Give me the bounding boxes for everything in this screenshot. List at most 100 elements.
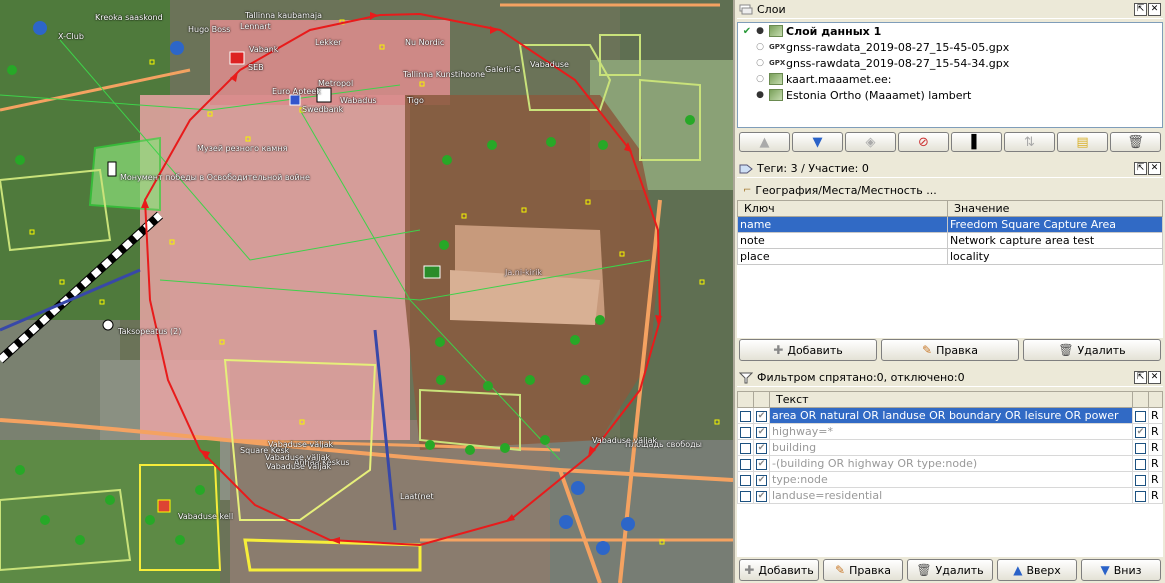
filter-enabled-checkbox[interactable] — [740, 474, 751, 486]
col-value-header[interactable]: Значение — [947, 200, 1163, 217]
close-icon[interactable]: ✕ — [1148, 3, 1161, 16]
tag-row[interactable]: note Network capture area test — [737, 232, 1163, 249]
filter-enabled-checkbox[interactable] — [740, 490, 751, 502]
layer-item[interactable]: ● Estonia Ortho (Maaamet) lambert — [738, 87, 1162, 103]
filter-inverted-checkbox[interactable] — [1135, 490, 1146, 502]
layers-panel-header[interactable]: Слои ⇱ ✕ — [737, 1, 1163, 19]
map-label: Laat(net — [400, 492, 434, 501]
tag-value[interactable]: locality — [947, 248, 1163, 265]
layer-item[interactable]: ○ GPX gnss-rawdata_2019-08-27_15-45-05.g… — [738, 39, 1162, 55]
filter-hide-checkbox[interactable]: ✔ — [756, 490, 767, 502]
sort-icon[interactable]: ⇅ — [1004, 132, 1055, 152]
filter-enabled-checkbox[interactable] — [740, 458, 751, 470]
col-text-header[interactable]: Текст — [769, 391, 1133, 408]
col-inverted-header[interactable] — [1132, 391, 1149, 408]
filter-hide-checkbox[interactable]: ✔ — [756, 474, 767, 486]
map-label: Lekker — [315, 38, 342, 47]
map-label: Vabaduse kell — [178, 512, 234, 521]
add-filter-button[interactable]: ✚ Добавить — [739, 559, 819, 581]
filter-text[interactable]: highway=* — [769, 423, 1133, 440]
map-label: Hugo Boss — [188, 25, 231, 34]
filter-row[interactable]: ✔ -(building OR highway OR type:node) R — [737, 455, 1163, 472]
filter-panel-header[interactable]: Фильтром спрятано:0, отключено:0 ⇱ ✕ — [737, 369, 1163, 387]
filter-row[interactable]: ✔ highway=* ✔ R — [737, 423, 1163, 440]
edit-filter-button[interactable]: ✎ Правка — [823, 559, 903, 581]
detach-icon[interactable]: ⇱ — [1134, 162, 1147, 175]
filter-inverted-checkbox[interactable] — [1135, 410, 1146, 422]
move-up-icon[interactable]: ▲ — [739, 132, 790, 152]
tag-row[interactable]: place locality — [737, 248, 1163, 265]
filter-enabled-checkbox[interactable] — [740, 410, 751, 422]
filter-text[interactable]: -(building OR highway OR type:node) — [769, 455, 1133, 472]
tag-row[interactable]: name Freedom Square Capture Area — [737, 216, 1163, 233]
delete-tag-label: Удалить — [1077, 343, 1126, 357]
filter-hide-checkbox[interactable]: ✔ — [756, 410, 767, 422]
col-enabled-header[interactable] — [737, 391, 754, 408]
col-key-header[interactable]: Ключ — [737, 200, 948, 217]
filter-inverted-checkbox[interactable] — [1135, 442, 1146, 454]
delete-layer-icon[interactable]: 🗑 — [1110, 132, 1161, 152]
add-tag-button[interactable]: ✚ Добавить — [739, 339, 877, 361]
eye-icon[interactable]: ● — [753, 26, 767, 36]
layer-item[interactable]: ○ kaart.maaamet.ee: — [738, 71, 1162, 87]
filter-row[interactable]: ✔ building R — [737, 439, 1163, 456]
filter-inverted-checkbox[interactable] — [1135, 474, 1146, 486]
filter-enabled-checkbox[interactable] — [740, 442, 751, 454]
map-label: Metropol — [318, 79, 354, 88]
close-icon[interactable]: ✕ — [1148, 162, 1161, 175]
eye-icon[interactable]: ○ — [753, 58, 767, 68]
close-icon[interactable]: ✕ — [1148, 371, 1161, 384]
tag-key[interactable]: name — [737, 216, 948, 233]
filter-text[interactable]: building — [769, 439, 1133, 456]
filter-row[interactable]: ✔ type:node R — [737, 471, 1163, 488]
layer-name: Estonia Ortho (Maaamet) lambert — [786, 88, 972, 102]
move-down-icon[interactable]: ▼ — [792, 132, 843, 152]
filter-inverted-checkbox[interactable] — [1135, 458, 1146, 470]
detach-icon[interactable]: ⇱ — [1134, 3, 1147, 16]
move-filter-down-button[interactable]: ▼ Вниз — [1081, 559, 1161, 581]
detach-icon[interactable]: ⇱ — [1134, 371, 1147, 384]
delete-filter-button[interactable]: 🗑 Удалить — [907, 559, 993, 581]
filter-hide-checkbox[interactable]: ✔ — [756, 442, 767, 454]
map-view[interactable]: X-Club Kreoka saaskond Hugo Boss Tallinn… — [0, 0, 733, 583]
col-mode-header[interactable] — [1148, 391, 1163, 408]
filter-inverted-checkbox[interactable]: ✔ — [1135, 426, 1146, 438]
filter-hide-checkbox[interactable]: ✔ — [756, 426, 767, 438]
opacity-icon[interactable]: ▌ — [951, 132, 1002, 152]
delete-tag-button[interactable]: 🗑 Удалить — [1023, 339, 1161, 361]
arrow-down-icon: ▼ — [1100, 563, 1110, 577]
filter-row[interactable]: ✔ area OR natural OR landuse OR boundary… — [737, 407, 1163, 424]
layer-item[interactable]: ○ GPX gnss-rawdata_2019-08-27_15-54-34.g… — [738, 55, 1162, 71]
filter-text[interactable]: type:node — [769, 471, 1133, 488]
merge-icon[interactable]: ◈ — [845, 132, 896, 152]
active-check-icon[interactable]: ✔ — [741, 26, 753, 37]
edit-icon: ✎ — [922, 343, 933, 357]
tags-panel-header[interactable]: Теги: 3 / Участие: 0 ⇱ ✕ — [737, 160, 1163, 178]
layer-item[interactable]: ✔ ● Слой данных 1 — [738, 23, 1162, 39]
layer-info-icon[interactable]: ▤ — [1057, 132, 1108, 152]
visibility-toggle-icon[interactable]: ⊘ — [898, 132, 949, 152]
filter-table: Текст ✔ area OR natural OR landuse OR bo… — [737, 391, 1163, 504]
filter-row[interactable]: ✔ landuse=residential R — [737, 487, 1163, 504]
layers-icon — [739, 3, 753, 17]
filter-enabled-checkbox[interactable] — [740, 426, 751, 438]
eye-icon[interactable]: ○ — [753, 74, 767, 84]
filter-text[interactable]: landuse=residential — [769, 487, 1133, 504]
eye-icon[interactable]: ● — [753, 90, 767, 100]
layers-list[interactable]: ✔ ● Слой данных 1 ○ GPX gnss-rawdata_201… — [737, 22, 1163, 128]
tag-key[interactable]: note — [737, 232, 948, 249]
tags-table: Ключ Значение name Freedom Square Captur… — [737, 200, 1163, 265]
map-canvas[interactable] — [0, 0, 733, 583]
preset-link[interactable]: ⌐ География/Места/Местность ... — [743, 182, 937, 198]
eye-icon[interactable]: ○ — [753, 42, 767, 52]
move-filter-up-button[interactable]: ▲ Вверх — [997, 559, 1077, 581]
edit-tag-button[interactable]: ✎ Правка — [881, 339, 1019, 361]
tag-value[interactable]: Freedom Square Capture Area — [947, 216, 1163, 233]
tags-panel: Теги: 3 / Участие: 0 ⇱ ✕ ⌐ География/Мес… — [737, 160, 1163, 365]
col-hide-header[interactable] — [753, 391, 770, 408]
filter-text[interactable]: area OR natural OR landuse OR boundary O… — [769, 407, 1133, 424]
filter-hide-checkbox[interactable]: ✔ — [756, 458, 767, 470]
tag-key[interactable]: place — [737, 248, 948, 265]
tag-value[interactable]: Network capture area test — [947, 232, 1163, 249]
trash-icon: 🗑 — [1058, 343, 1074, 357]
